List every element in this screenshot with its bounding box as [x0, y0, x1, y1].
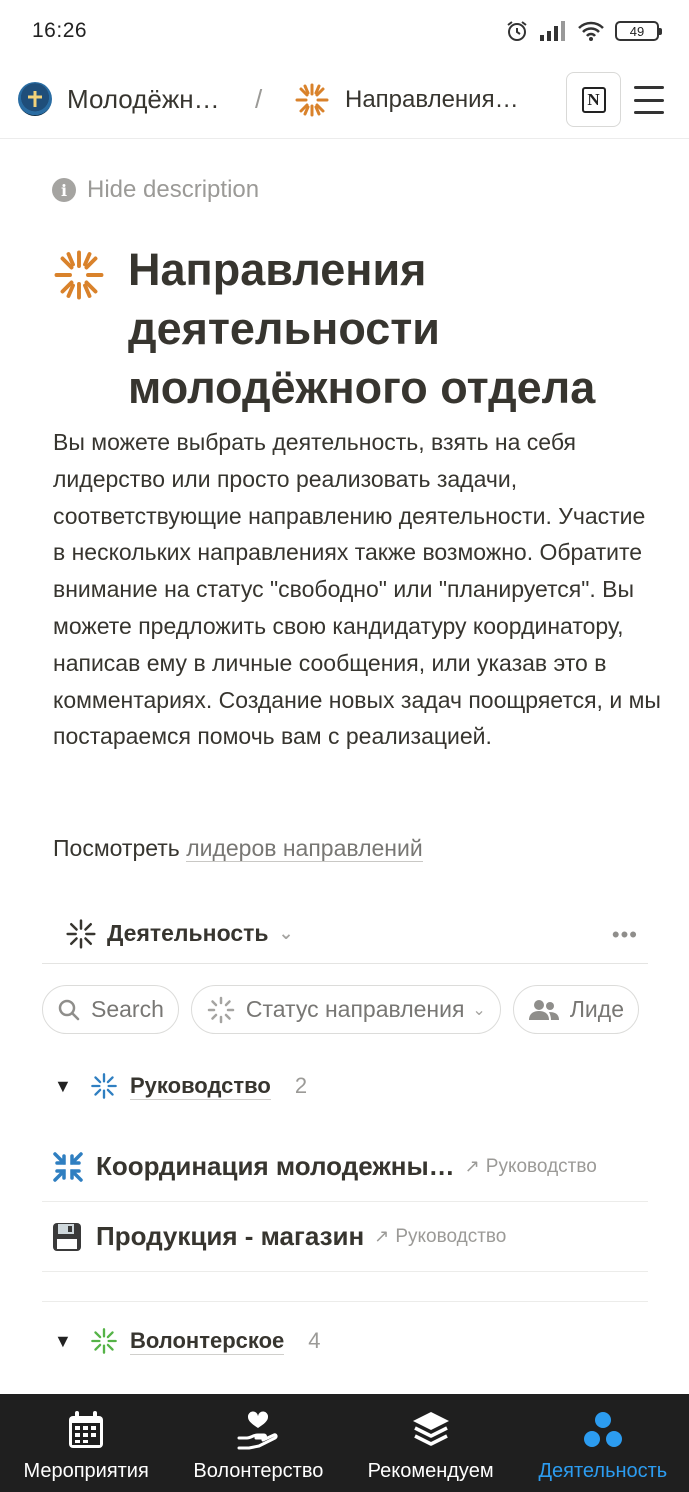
list-item[interactable]: Координация молодежны… ↗ Руководство [42, 1132, 648, 1202]
view-title: Деятельность [107, 920, 269, 946]
top-nav: Молодёжн… / Направления… N [0, 62, 689, 139]
filter-bar: Search Статус направления ⌄ Лиде [42, 985, 648, 1035]
group-label: Волонтерское [130, 1327, 285, 1355]
leaders-link[interactable]: лидеров направлений [186, 835, 423, 862]
page-icon[interactable] [52, 248, 106, 307]
wifi-icon [578, 21, 604, 41]
view-selector[interactable]: Деятельность ⌄ [65, 918, 294, 950]
tab-rekomenduem[interactable]: Рекомендуем [345, 1394, 517, 1492]
group-count: 4 [308, 1328, 321, 1353]
status-time: 16:26 [32, 19, 88, 42]
signal-icon [540, 21, 565, 41]
item-title: Координация молодежны… [96, 1151, 455, 1181]
notion-open-button[interactable]: N [566, 72, 621, 127]
group-label: Руководство [130, 1072, 271, 1100]
breadcrumb-workspace[interactable]: Молодёжн… [18, 82, 220, 116]
notion-icon: N [581, 86, 606, 113]
page-description: Вы можете выбрать деятельность, взять на… [53, 429, 661, 750]
menu-icon-line [634, 111, 664, 114]
info-icon: i [52, 178, 76, 202]
chevron-down-icon: ⌄ [278, 923, 294, 943]
see-more: Посмотреть лидеров направлений [53, 830, 423, 866]
see-more-prefix: Посмотреть [53, 835, 187, 861]
chevron-down-icon: ⌄ [472, 1001, 486, 1019]
search-icon [57, 998, 81, 1022]
group-header-volonterskoe[interactable]: ▼ Волонтерское 4 [42, 1327, 321, 1355]
layers-icon [411, 1408, 451, 1452]
leaders-filter[interactable]: Лиде [512, 985, 639, 1034]
sparkle-icon [91, 1073, 117, 1099]
more-options-icon[interactable]: ••• [612, 922, 638, 948]
divider [42, 1301, 648, 1302]
heart-hand-icon [237, 1408, 279, 1452]
sparkle-icon [91, 1328, 117, 1354]
collapse-triangle-icon[interactable]: ▼ [42, 1331, 82, 1352]
search-label: Search [91, 996, 164, 1022]
breadcrumb-separator: / [255, 84, 263, 114]
status-filter-label: Статус направления [245, 996, 465, 1022]
arrow-up-icon: ↗ [374, 1226, 390, 1246]
arrow-up-icon: ↗ [464, 1156, 480, 1176]
tab-volonterstvo[interactable]: Волонтерство [172, 1394, 344, 1492]
tab-label: Деятельность [538, 1460, 668, 1482]
dots-icon [582, 1408, 624, 1452]
page-title: Направления деятельности молодёжного отд… [128, 244, 596, 413]
menu-icon-line [634, 86, 664, 89]
list-item[interactable]: Продукция - магазин ↗ Руководство [42, 1202, 648, 1272]
status-bar: 16:26 49 [0, 0, 689, 62]
leaders-filter-label: Лиде [569, 996, 624, 1022]
people-icon [528, 998, 560, 1022]
search-filter[interactable]: Search [42, 985, 179, 1034]
database-view-header: Деятельность ⌄ ••• [42, 904, 648, 964]
workspace-avatar [18, 82, 52, 116]
compress-arrows-icon [52, 1151, 86, 1183]
tab-label: Рекомендуем [367, 1460, 494, 1482]
tab-deyatelnost[interactable]: Деятельность [517, 1394, 689, 1492]
menu-button[interactable] [634, 86, 664, 114]
tab-label: Мероприятия [23, 1460, 149, 1482]
alarm-icon [507, 21, 527, 41]
floppy-disk-icon [52, 1222, 86, 1252]
calendar-icon [67, 1408, 105, 1452]
tab-label: Волонтерство [193, 1460, 324, 1482]
status-filter[interactable]: Статус направления ⌄ [190, 985, 501, 1034]
sparkle-icon [295, 83, 329, 117]
page-name: Направления… [345, 86, 519, 113]
group-count: 2 [294, 1073, 308, 1098]
menu-icon-line [634, 98, 664, 102]
relation-label: Руководство [485, 1155, 597, 1177]
tab-meropriyatiya[interactable]: Мероприятия [0, 1394, 172, 1492]
loading-icon [206, 995, 236, 1025]
bottom-tab-bar: Мероприятия Волонтерство Рекомендуем Дея… [0, 1394, 689, 1492]
relation-tag: ↗ Руководство [374, 1226, 506, 1248]
hide-description-label: Hide description [87, 176, 260, 203]
cross-icon [28, 91, 42, 107]
status-icons: 49 [505, 19, 662, 43]
sparkle-icon [66, 918, 96, 949]
collapse-triangle-icon[interactable]: ▼ [42, 1076, 82, 1097]
battery-level: 49 [629, 23, 645, 39]
item-title: Продукция - магазин [96, 1221, 365, 1251]
sparkle-icon [54, 250, 104, 300]
relation-label: Руководство [395, 1225, 507, 1247]
breadcrumb-page[interactable]: Направления… [294, 82, 519, 118]
hide-description-button[interactable]: i Hide description [52, 176, 259, 204]
group-header-rukovodstvo[interactable]: ▼ Руководство 2 [42, 1072, 307, 1100]
battery-icon: 49 [615, 21, 662, 41]
workspace-name: Молодёжн… [67, 83, 220, 114]
relation-tag: ↗ Руководство [465, 1156, 597, 1178]
